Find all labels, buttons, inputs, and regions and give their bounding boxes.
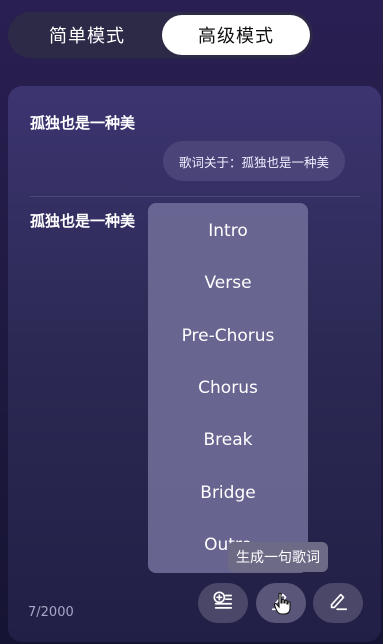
character-counter: 7/2000	[28, 605, 74, 620]
advanced-mode-tab[interactable]: 高级模式	[162, 15, 310, 55]
dropdown-item-intro[interactable]: Intro	[148, 219, 308, 243]
dropdown-item-bridge[interactable]: Bridge	[148, 481, 308, 505]
divider	[30, 196, 360, 197]
mode-toggle: 简单模式 高级模式	[8, 12, 313, 58]
pen-edit-icon	[327, 590, 349, 616]
add-section-button[interactable]	[198, 583, 248, 623]
dropdown-item-chorus[interactable]: Chorus	[148, 376, 308, 400]
dropdown-item-pre-chorus[interactable]: Pre-Chorus	[148, 324, 308, 348]
dropdown-item-verse[interactable]: Verse	[148, 271, 308, 295]
song-title[interactable]: 孤独也是一种美	[30, 112, 135, 133]
lyrics-topic-chip[interactable]: 歌词关于：孤独也是一种美	[163, 141, 346, 181]
lyric-line[interactable]: 孤独也是一种美	[30, 210, 135, 231]
edit-lyrics-button[interactable]	[313, 583, 363, 623]
add-lines-icon	[212, 590, 234, 616]
dropdown-item-break[interactable]: Break	[148, 428, 308, 452]
section-dropdown-menu: Intro Verse Pre-Chorus Chorus Break Brid…	[148, 203, 308, 573]
generate-line-tooltip: 生成一句歌词	[228, 542, 328, 572]
hand-pointer-icon	[273, 592, 293, 616]
simple-mode-tab[interactable]: 简单模式	[12, 15, 162, 55]
